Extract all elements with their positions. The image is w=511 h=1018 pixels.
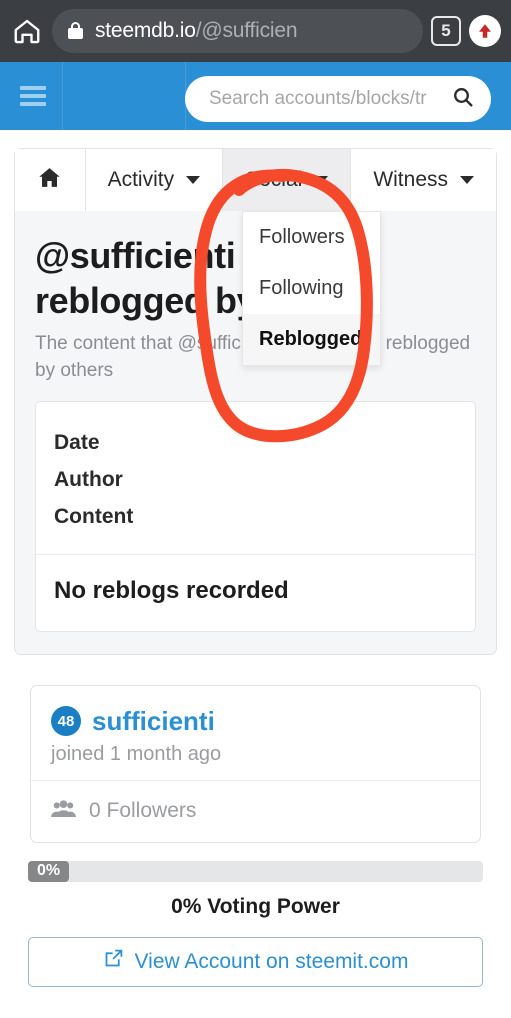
tab-witness[interactable]: Witness	[351, 149, 496, 211]
upload-arrow-icon[interactable]	[469, 15, 501, 47]
chevron-down-icon	[460, 176, 474, 184]
search-icon[interactable]	[451, 85, 475, 114]
tab-social-label: Social	[245, 168, 303, 191]
search-box[interactable]	[185, 76, 491, 122]
progress-percent-label: 0%	[28, 860, 70, 882]
view-account-steemit-button[interactable]: View Account on steemit.com	[28, 936, 483, 987]
reputation-badge: 48	[51, 706, 81, 737]
table-empty-message: No reblogs recorded	[54, 576, 289, 604]
browser-toolbar: steemdb.io/@sufficien 5	[0, 0, 511, 62]
tab-activity-label: Activity	[107, 168, 175, 191]
tab-activity[interactable]: Activity	[85, 149, 224, 211]
dropdown-item-following[interactable]: Following	[243, 263, 380, 314]
site-navbar	[0, 62, 511, 130]
tab-witness-label: Witness	[373, 168, 448, 191]
social-dropdown-menu[interactable]: Followers Following Reblogged	[242, 211, 381, 366]
account-followers-count: 0 Followers	[89, 799, 197, 823]
account-header: 48 sufficienti joined 1 month ago	[31, 686, 480, 781]
url-domain: steemdb.io	[95, 19, 196, 42]
url-path: /@sufficien	[195, 19, 298, 42]
page-content: Activity Social Witness Followers Follow…	[0, 130, 511, 987]
app-screen: steemdb.io/@sufficien 5 Search accounts/…	[0, 0, 511, 1018]
tab-home[interactable]	[15, 149, 86, 211]
url-text: steemdb.io/@sufficien	[95, 19, 298, 43]
profile-tabbar: Activity Social Witness	[15, 149, 496, 211]
account-joined-date: joined 1 month ago	[51, 742, 222, 765]
tab-counter-button[interactable]: 5	[431, 16, 461, 46]
progress-track: 0%	[28, 860, 483, 882]
account-card: 48 sufficienti joined 1 month ago 0 Foll…	[30, 684, 481, 843]
house-icon	[37, 165, 62, 196]
external-link-icon	[103, 948, 124, 975]
dropdown-item-followers[interactable]: Followers	[243, 212, 380, 263]
users-icon	[51, 799, 76, 824]
chevron-down-icon	[314, 176, 329, 184]
account-name-row: 48 sufficienti	[51, 706, 460, 737]
chevron-down-icon	[186, 176, 201, 184]
table-column-date: Date	[54, 430, 100, 454]
lock-icon	[68, 22, 83, 40]
view-account-label: View Account on steemit.com	[134, 949, 409, 973]
voting-power-progress: 0%	[28, 860, 483, 882]
url-bar[interactable]: steemdb.io/@sufficien	[52, 9, 423, 53]
account-username-link[interactable]: sufficienti	[92, 706, 215, 737]
table-header: Date Author Content	[36, 402, 475, 555]
hamburger-menu-icon[interactable]	[0, 86, 62, 106]
table-column-author: Author	[54, 468, 123, 492]
voting-power-caption: 0% Voting Power	[171, 894, 340, 918]
search-input[interactable]	[209, 88, 443, 110]
account-followers-row[interactable]: 0 Followers	[31, 781, 480, 842]
tab-social[interactable]: Social	[223, 149, 352, 211]
reblogs-table: Date Author Content No reblogs recorded	[35, 400, 476, 632]
dropdown-item-reblogged[interactable]: Reblogged	[243, 314, 380, 365]
home-icon[interactable]	[10, 14, 44, 48]
profile-panel: Activity Social Witness Followers Follow…	[14, 148, 497, 655]
table-column-content: Content	[54, 505, 134, 529]
